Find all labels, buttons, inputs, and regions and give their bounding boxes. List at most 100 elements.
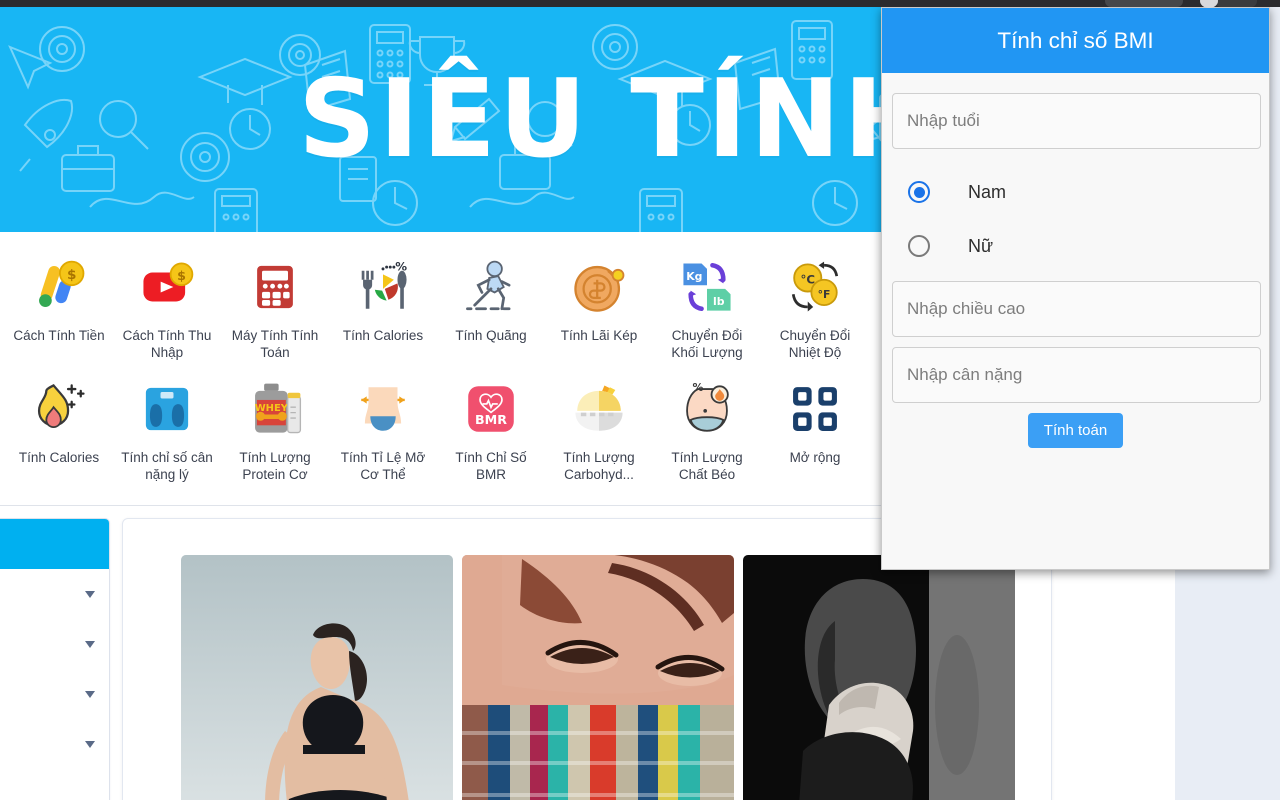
browser-avatar-icon[interactable] — [1200, 0, 1218, 8]
category-sidebar-header — [0, 519, 109, 570]
person-covering-face-bw-image — [743, 555, 1015, 800]
category-row-2[interactable]: ng — [0, 619, 109, 669]
browser-tab-active[interactable] — [1105, 0, 1183, 7]
dialog-title-bar: Tính chỉ số BMI — [882, 8, 1269, 73]
gender-label: Nữ — [968, 235, 994, 256]
celsius-fahrenheit-icon: °C °F — [782, 254, 848, 320]
tool-label: Tính Lượng Carbohyd... — [563, 449, 635, 482]
gender-label: Nam — [968, 181, 1007, 202]
tool-label: Tính Chỉ Số BMR — [455, 449, 527, 482]
svg-text:°C: °C — [800, 272, 815, 286]
height-placeholder: Nhập chiều cao — [907, 299, 1026, 318]
belly-fat-icon: % — [674, 376, 740, 442]
tool-label: Mở rộng — [789, 449, 841, 465]
dialog-body: Nhập tuổi Nam Nữ Nhập chiều cao Nhập cân… — [882, 73, 1269, 448]
category-row-3[interactable] — [0, 669, 109, 719]
svg-text:%: % — [692, 380, 703, 393]
tool-label: Tính Quãng — [455, 328, 527, 343]
svg-text:BMR: BMR — [475, 412, 507, 427]
weight-scale-icon — [134, 376, 200, 442]
grid-expand-icon — [782, 376, 848, 442]
tool-tinh-chi-so-bmr[interactable]: BMR Tính Chỉ Số BMR — [438, 370, 544, 492]
tool-icon-row: Tính Calories Tính chỉ số cân nặng lý WH… — [0, 370, 880, 492]
svg-text:$: $ — [67, 267, 76, 283]
bmr-heart-icon: BMR — [458, 376, 524, 442]
food-pie-percent-icon: % — [350, 254, 416, 320]
tool-chuyen-doi-nhiet-do[interactable]: °C °F Chuyển Đổi Nhiệt Độ — [762, 248, 868, 370]
tool-label: Tính Calories — [342, 328, 424, 343]
body-fat-waist-icon — [350, 376, 416, 442]
gender-option-male[interactable]: Nam — [892, 165, 1259, 219]
tool-label: Máy Tính Tính Toán — [231, 328, 319, 361]
chevron-down-icon[interactable] — [85, 590, 95, 598]
tool-label: Tính Lãi Kép — [560, 328, 638, 343]
dialog-actions: Tính toán — [892, 413, 1259, 448]
tool-mo-rong[interactable]: Mở rộng — [762, 370, 868, 492]
calculator-icon — [242, 254, 308, 320]
svg-text:$: $ — [177, 268, 186, 283]
category-row-1[interactable] — [0, 569, 109, 619]
age-placeholder: Nhập tuổi — [907, 111, 980, 130]
weight-input[interactable]: Nhập cân nặng — [892, 347, 1261, 403]
gender-radio-group: Nam Nữ — [892, 159, 1259, 281]
youtube-money-icon: $ — [134, 254, 200, 320]
article-thumbnail[interactable] — [743, 555, 1015, 800]
weight-placeholder: Nhập cân nặng — [907, 365, 1023, 384]
tool-label: Cách Tính Thu Nhập — [122, 328, 212, 361]
radio-selected-icon[interactable] — [908, 181, 930, 203]
chevron-down-icon[interactable] — [85, 740, 95, 748]
tool-tinh-lai-kep[interactable]: Tính Lãi Kép — [546, 248, 652, 370]
radio-unselected-icon[interactable] — [908, 235, 930, 257]
age-input[interactable]: Nhập tuổi — [892, 93, 1261, 149]
category-row-4[interactable] — [0, 719, 109, 769]
gender-option-female[interactable]: Nữ — [892, 219, 1259, 273]
tool-label: Tính Lượng Chất Béo — [671, 449, 743, 482]
height-input[interactable]: Nhập chiều cao — [892, 281, 1261, 337]
tool-label: Tính Tỉ Lệ Mỡ Cơ Thể — [340, 449, 426, 482]
flame-icon — [26, 376, 92, 442]
tool-tinh-ti-le-mo-co-the[interactable]: Tính Tỉ Lệ Mỡ Cơ Thể — [330, 370, 436, 492]
chevron-down-icon[interactable] — [85, 640, 95, 648]
browser-chrome-strip — [0, 0, 1280, 8]
svg-text:°F: °F — [818, 288, 831, 301]
tool-label: Tính chỉ số cân nặng lý — [121, 449, 213, 482]
compound-interest-coin-icon — [566, 254, 632, 320]
tool-chuyen-doi-khoi-luong[interactable]: Kg lb Chuyển Đổi Khối Lượng — [654, 248, 760, 370]
browser-tab-other[interactable] — [1215, 0, 1257, 7]
kg-lb-convert-icon: Kg lb — [674, 254, 740, 320]
article-thumbnail-list — [181, 555, 1051, 800]
tool-tinh-chi-so-can-nang-ly[interactable]: Tính chỉ số cân nặng lý — [114, 370, 220, 492]
tool-icon-row: $ Cách Tính Tiền $ Cách Tính Thu Nhập Má… — [0, 248, 880, 370]
svg-text:lb: lb — [713, 295, 725, 308]
tool-label: Tính Lượng Protein Cơ — [239, 449, 311, 482]
tool-cach-tinh-thu-nhap[interactable]: $ Cách Tính Thu Nhập — [114, 248, 220, 370]
tool-label: Tính Calories — [18, 449, 100, 465]
category-sidebar: ng — [0, 518, 110, 800]
tool-tinh-luong-protein-co[interactable]: WHEY Tính Lượng Protein Cơ — [222, 370, 328, 492]
running-person-icon — [458, 254, 524, 320]
tool-tinh-luong-carbohydrate[interactable]: Tính Lượng Carbohyd... — [546, 370, 652, 492]
tool-tinh-quang[interactable]: Tính Quãng — [438, 248, 544, 370]
screen: SIÊU TÍNH $ Cách Tính Tiền $ Cách Tính T… — [0, 0, 1280, 800]
calculate-button[interactable]: Tính toán — [1027, 413, 1124, 448]
tool-cach-tinh-tien[interactable]: $ Cách Tính Tiền — [6, 248, 112, 370]
article-thumbnail[interactable] — [462, 555, 734, 800]
svg-text:Kg: Kg — [686, 270, 702, 283]
tool-label: Chuyển Đổi Khối Lượng — [671, 328, 743, 361]
tool-tinh-calories-1[interactable]: % Tính Calories — [330, 248, 436, 370]
woman-sitting-sportswear-image — [181, 555, 453, 800]
whey-protein-icon: WHEY — [242, 376, 308, 442]
dialog-title: Tính chỉ số BMI — [997, 27, 1154, 53]
rice-bowl-icon — [566, 376, 632, 442]
tool-tinh-luong-chat-beo[interactable]: % Tính Lượng Chất Béo — [654, 370, 760, 492]
tool-may-tinh-tinh-toan[interactable]: Máy Tính Tính Toán — [222, 248, 328, 370]
tool-label: Cách Tính Tiền — [13, 328, 105, 343]
adsense-money-icon: $ — [26, 254, 92, 320]
article-thumbnail[interactable] — [181, 555, 453, 800]
woman-face-in-scarf-image — [462, 555, 734, 800]
tool-tinh-calories-2[interactable]: Tính Calories — [6, 370, 112, 492]
svg-text:%: % — [395, 260, 407, 274]
tool-label: Chuyển Đổi Nhiệt Độ — [779, 328, 851, 361]
chevron-down-icon[interactable] — [85, 690, 95, 698]
bmi-calculator-dialog: Tính chỉ số BMI Nhập tuổi Nam Nữ Nhập ch… — [881, 7, 1270, 570]
